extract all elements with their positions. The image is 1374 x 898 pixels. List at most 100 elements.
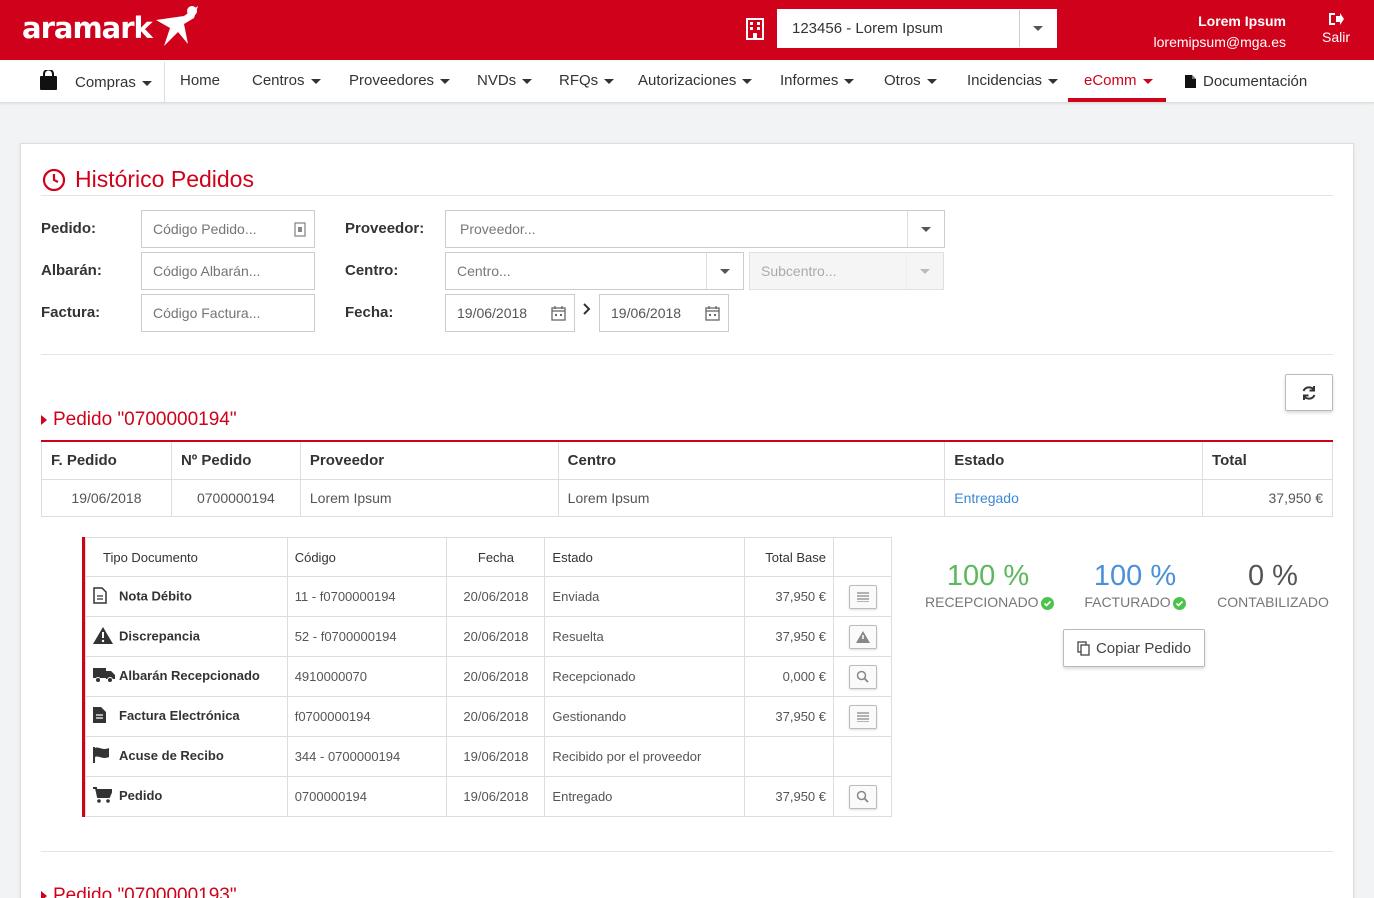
subcentro-select-toggle bbox=[906, 253, 943, 289]
logout-button[interactable]: Salir bbox=[1322, 12, 1350, 45]
nav-item-compras[interactable]: Compras bbox=[75, 62, 152, 105]
col-header: Código bbox=[286, 537, 448, 577]
doc-date: 19/06/2018 bbox=[446, 776, 546, 817]
doc-code: 4910000070 bbox=[286, 656, 448, 697]
chevron-down-icon bbox=[522, 78, 533, 84]
factura-label: Factura: bbox=[41, 304, 101, 321]
doc-status: Recibido por el proveedor bbox=[544, 736, 746, 777]
order-section-toggle[interactable]: Pedido "0700000194" bbox=[41, 409, 237, 431]
nav-item-proveedores[interactable]: Proveedores bbox=[349, 60, 451, 103]
doc-total: 0,000 € bbox=[744, 656, 834, 697]
proveedor-select-toggle[interactable] bbox=[907, 211, 944, 247]
factura-field[interactable] bbox=[141, 294, 315, 332]
site-select[interactable]: 123456 - Lorem Ipsum bbox=[777, 9, 1057, 48]
factura-input[interactable] bbox=[153, 295, 303, 331]
doc-status: Resuelta bbox=[544, 616, 746, 657]
fecha-hasta-value: 19/06/2018 bbox=[611, 305, 682, 321]
doc-status: Recepcionado bbox=[544, 656, 746, 697]
view-list-button[interactable] bbox=[848, 704, 877, 729]
pedido-input[interactable] bbox=[153, 211, 303, 247]
view-discrepancy-button[interactable] bbox=[848, 624, 877, 649]
site-select-toggle[interactable] bbox=[1019, 10, 1056, 47]
nav-label: Autorizaciones bbox=[638, 72, 737, 89]
centro-label: Centro: bbox=[345, 262, 399, 279]
nav-item-rfqs[interactable]: RFQs bbox=[559, 60, 615, 103]
contabilizado-stat: 0 % CONTABILIZADO bbox=[1215, 560, 1331, 610]
albaran-field[interactable] bbox=[141, 252, 315, 290]
order-number: 0700000194 bbox=[170, 478, 301, 517]
nav-item-informes[interactable]: Informes bbox=[780, 60, 855, 103]
file-icon bbox=[1185, 75, 1196, 88]
nav-active-indicator bbox=[1068, 98, 1166, 102]
table-header-row: Tipo Documento Código Fecha Estado Total… bbox=[85, 537, 892, 577]
copy-order-button[interactable]: Copiar Pedido bbox=[1063, 629, 1205, 667]
copy-order-label: Copiar Pedido bbox=[1095, 639, 1192, 657]
aramark-logo[interactable]: aramark bbox=[22, 6, 202, 48]
nav-item-nvds[interactable]: NVDs bbox=[477, 60, 533, 103]
doc-total: 37,950 € bbox=[744, 696, 834, 737]
nav-item-ecomm[interactable]: eComm bbox=[1084, 60, 1153, 103]
col-header: Centro bbox=[557, 441, 946, 480]
fecha-label: Fecha: bbox=[345, 304, 394, 321]
doc-code: 52 - f0700000194 bbox=[286, 616, 448, 657]
divider bbox=[41, 851, 1333, 852]
doc-type: Nota Débito bbox=[119, 587, 192, 603]
nav-item-autorizaciones[interactable]: Autorizaciones bbox=[638, 60, 753, 103]
document-icon bbox=[93, 586, 107, 604]
table-row[interactable]: 19/06/2018 0700000194 Lorem Ipsum Lorem … bbox=[41, 478, 1333, 517]
doc-type: Factura Electrónica bbox=[119, 707, 240, 723]
nav-item-incidencias[interactable]: Incidencias bbox=[967, 60, 1059, 103]
order-table: F. Pedido Nº Pedido Proveedor Centro Est… bbox=[41, 440, 1333, 517]
nav-item-centros[interactable]: Centros bbox=[252, 60, 321, 103]
logo-text: aramark bbox=[22, 11, 153, 45]
nav-label: Documentación bbox=[1203, 72, 1308, 90]
page-title-text: Histórico Pedidos bbox=[75, 166, 254, 192]
check-circle-icon bbox=[1172, 596, 1186, 610]
chevron-down-icon bbox=[720, 268, 730, 274]
col-header bbox=[833, 537, 892, 577]
proveedor-select[interactable]: Proveedor... bbox=[445, 210, 945, 248]
centro-select-toggle[interactable] bbox=[706, 253, 743, 289]
calendar-icon[interactable] bbox=[551, 306, 566, 321]
shopping-bag-icon bbox=[40, 70, 57, 90]
nav-item-home[interactable]: Home bbox=[180, 60, 220, 103]
doc-total: 37,950 € bbox=[744, 616, 834, 657]
doc-type: Pedido bbox=[119, 787, 163, 803]
order-documents: Tipo Documento Código Fecha Estado Total… bbox=[82, 537, 892, 817]
sign-out-icon bbox=[1329, 13, 1344, 25]
chevron-down-icon bbox=[1048, 78, 1059, 84]
recepcionado-stat: 100 % RECEPCIONADO bbox=[925, 560, 1054, 610]
divider bbox=[41, 195, 1333, 196]
caret-right-icon bbox=[41, 891, 47, 898]
centro-select[interactable]: Centro... bbox=[445, 252, 744, 290]
calendar-icon[interactable] bbox=[705, 306, 720, 321]
chevron-down-icon bbox=[141, 80, 152, 86]
doc-date: 19/06/2018 bbox=[446, 736, 546, 777]
search-button[interactable] bbox=[848, 664, 877, 689]
pedido-field[interactable] bbox=[141, 210, 315, 248]
nav-label: Centros bbox=[252, 72, 305, 89]
search-button[interactable] bbox=[848, 784, 877, 809]
fecha-hasta-field[interactable]: 19/06/2018 bbox=[599, 294, 729, 332]
fecha-desde-field[interactable]: 19/06/2018 bbox=[445, 294, 575, 332]
albaran-input[interactable] bbox=[153, 253, 303, 289]
user-email: loremipsum@mga.es bbox=[1153, 34, 1286, 50]
doc-date: 20/06/2018 bbox=[446, 616, 546, 657]
table-row: Albarán Recepcionado 4910000070 20/06/20… bbox=[85, 656, 892, 697]
doc-code: 344 - 0700000194 bbox=[286, 736, 448, 777]
order-status-link[interactable]: Entregado bbox=[944, 478, 1204, 517]
col-header: Total Base bbox=[744, 537, 834, 577]
subcentro-placeholder: Subcentro... bbox=[761, 263, 837, 279]
view-list-button[interactable] bbox=[848, 584, 877, 609]
doc-status: Enviada bbox=[544, 576, 746, 617]
next-order-section-toggle[interactable]: Pedido "0700000193" bbox=[41, 885, 237, 898]
nav-item-otros[interactable]: Otros bbox=[884, 60, 937, 103]
truck-icon bbox=[93, 668, 115, 683]
nav-item-documentacion[interactable]: Documentación bbox=[1185, 60, 1307, 103]
order-total: 37,950 € bbox=[1202, 478, 1333, 517]
doc-code: 0700000194 bbox=[286, 776, 448, 817]
refresh-button[interactable] bbox=[1285, 374, 1333, 411]
order-center: Lorem Ipsum bbox=[557, 478, 946, 517]
chevron-down-icon bbox=[920, 268, 930, 274]
chevron-down-icon bbox=[604, 78, 615, 84]
